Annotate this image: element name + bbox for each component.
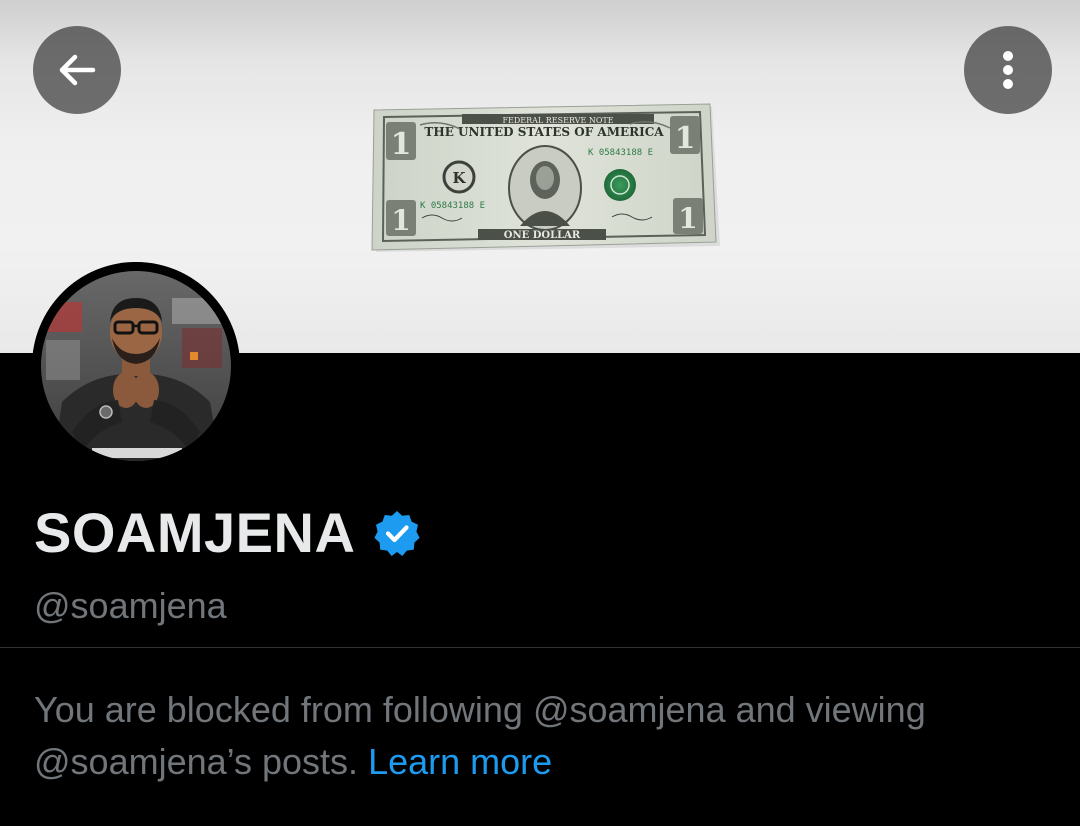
profile-page: FEDERAL RESERVE NOTE THE UNITED STATES O… [0,0,1080,826]
arrow-left-icon [59,54,96,86]
svg-text:1: 1 [391,127,412,162]
svg-text:1: 1 [675,121,696,156]
more-vertical-icon [1003,51,1013,89]
bill-top-text: FEDERAL RESERVE NOTE [502,116,613,125]
svg-text:K: K [452,169,466,187]
divider [0,647,1080,648]
bill-bottom-text: ONE DOLLAR [504,230,581,241]
display-name: SOAMJENA [34,501,356,564]
learn-more-link[interactable]: Learn more [368,741,552,782]
svg-text:K 05843188 E: K 05843188 E [420,201,485,211]
avatar-photo [32,262,240,470]
svg-text:1: 1 [678,202,697,235]
more-options-button[interactable] [964,26,1052,114]
back-button[interactable] [33,26,121,114]
svg-text:K 05843188 E: K 05843188 E [588,148,653,158]
user-handle: @soamjena [34,585,227,626]
bill-country-text: THE UNITED STATES OF AMERICA [424,125,664,139]
blocked-message: You are blocked from following @soamjena… [34,684,1064,788]
verified-badge-icon[interactable] [373,508,423,558]
display-name-row: SOAMJENA [34,498,423,568]
avatar[interactable] [32,262,240,470]
svg-text:1: 1 [391,204,410,237]
